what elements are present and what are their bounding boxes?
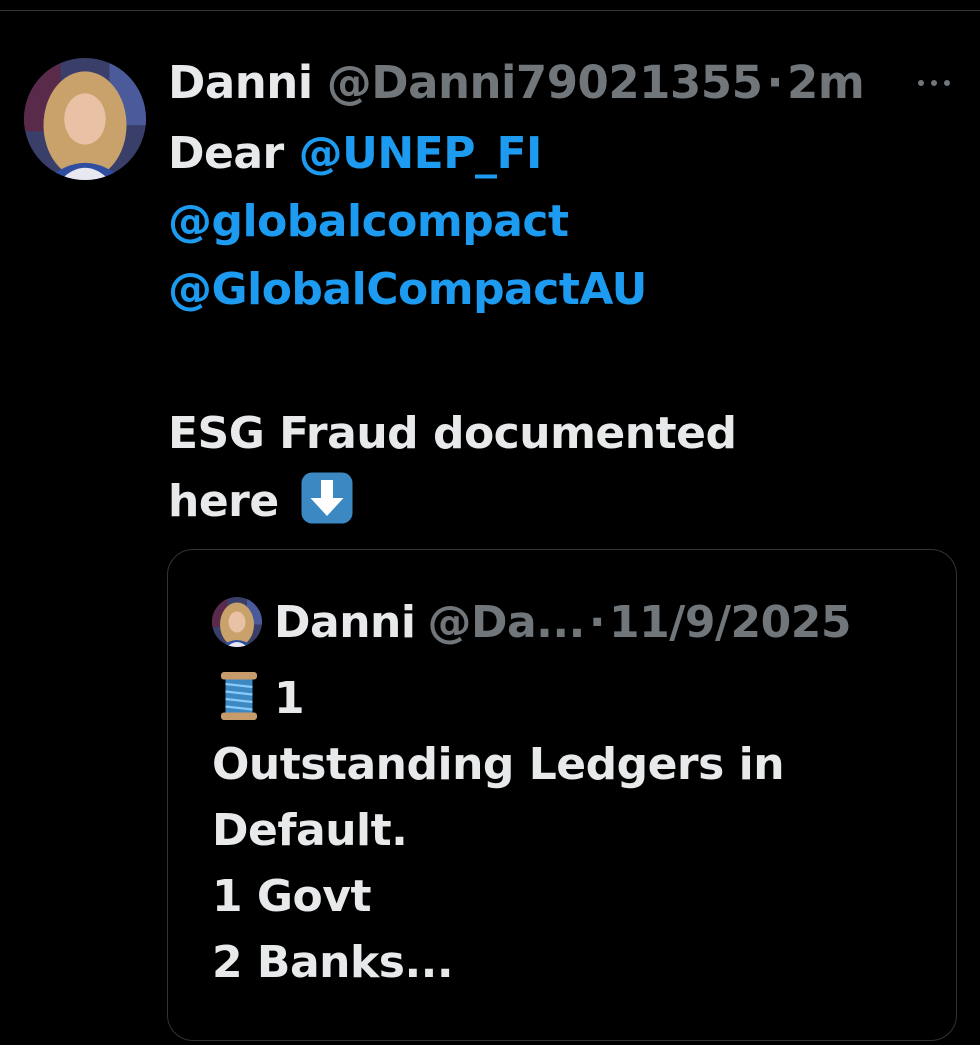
quoted-display-name: Danni <box>274 596 416 648</box>
down-arrow-icon <box>301 472 353 524</box>
quoted-tweet-header: Danni @Da... · 11/9/2025 <box>212 594 851 650</box>
quoted-tweet[interactable]: Danni @Da... · 11/9/2025 1 Outstanding L… <box>167 549 957 1041</box>
separator-dot: · <box>588 596 606 648</box>
thread-number: 1 <box>274 673 305 724</box>
quoted-line: 2 Banks... <box>212 937 454 988</box>
quoted-line: Outstanding Ledgers in <box>212 739 785 790</box>
tweet-header: Danni @Danni79021355 · 2m <box>168 52 865 112</box>
quoted-user-handle: @Da... <box>427 596 585 648</box>
quoted-line: Default. <box>212 805 408 856</box>
quoted-avatar[interactable] <box>212 597 262 647</box>
separator-dot: · <box>766 55 784 109</box>
avatar-image <box>212 597 262 647</box>
mention-link[interactable]: @globalcompact <box>168 196 569 247</box>
timestamp[interactable]: 2m <box>787 56 865 109</box>
display-name[interactable]: Danni <box>168 56 313 109</box>
avatar[interactable] <box>24 58 146 180</box>
spool-of-thread-icon <box>221 672 257 720</box>
more-options-icon[interactable] <box>914 68 954 98</box>
tweet-body: Dear @UNEP_FI @globalcompact @GlobalComp… <box>168 120 948 536</box>
quoted-tweet-body: 1 Outstanding Ledgers in Default. 1 Govt… <box>212 666 932 996</box>
greeting-text: Dear <box>168 128 284 179</box>
mention-link[interactable]: @GlobalCompactAU <box>168 264 647 315</box>
body-line: here <box>168 476 279 527</box>
mention-link[interactable]: @UNEP_FI <box>299 128 543 179</box>
tweet[interactable]: Danni @Danni79021355 · 2m Dear @UNEP_FI … <box>0 0 980 1045</box>
avatar-image <box>24 58 146 180</box>
quoted-date: 11/9/2025 <box>609 596 851 648</box>
user-handle[interactable]: @Danni79021355 <box>327 56 763 109</box>
body-line: ESG Fraud documented <box>168 408 737 459</box>
quoted-line: 1 Govt <box>212 871 372 922</box>
